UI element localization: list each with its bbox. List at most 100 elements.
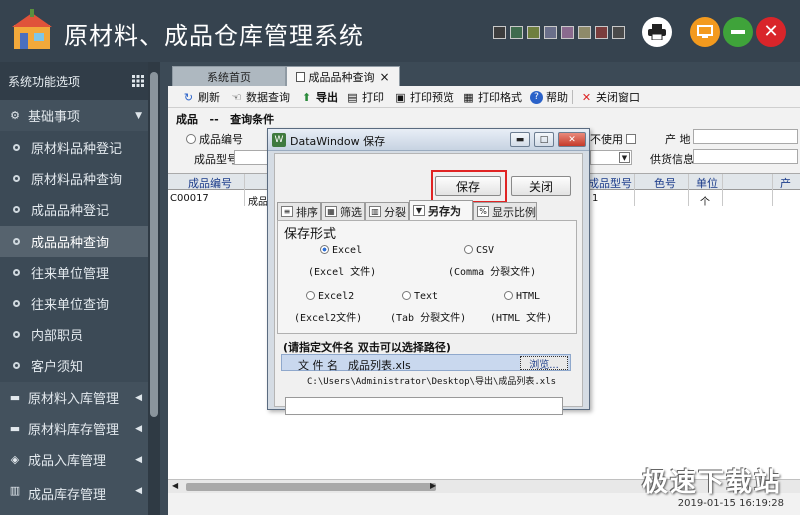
sidebar-group-basic[interactable]: ⚙ 基础事项 ▼ [0,100,148,131]
refresh-button[interactable]: ↻ 刷新 [182,89,220,105]
save-button[interactable]: 保存 [435,176,501,196]
help-label: 帮助 [546,91,568,104]
dialog-titlebar[interactable]: W DataWindow 保存 ▬ □ ✕ [268,129,589,151]
theme-swatch-5[interactable] [561,26,574,39]
file-path: C:\Users\Administrator\Desktop\导出\成品列表.x… [307,377,557,387]
header-unit[interactable]: 单位 [696,175,718,191]
scroll-right-icon[interactable]: ▶ [430,481,436,490]
computer-button[interactable] [690,17,720,47]
grid-menu-icon[interactable] [132,75,144,87]
header-origin[interactable]: 产 [780,175,791,191]
origin-input[interactable] [693,129,798,144]
option-csv[interactable]: CSV [464,245,494,256]
sidebar-group-raw-stock[interactable]: ▬ 原材料库存管理 ◀ [0,413,148,444]
sidebar-group-raw-in[interactable]: ▬ 原材料入库管理 ◀ [0,382,148,413]
help-button[interactable]: ? 帮助 [530,89,568,105]
theme-swatch-7[interactable] [595,26,608,39]
option-html-desc: (HTML 文件) [490,313,553,324]
header-color-code[interactable]: 色号 [654,175,676,191]
theme-swatch-8[interactable] [612,26,625,39]
option-excel2[interactable]: Excel2 [306,291,354,302]
header-product-model[interactable]: 成品型号 [588,175,632,191]
tab-save-as[interactable]: ▼ 另存为 [409,200,473,220]
sidebar-scroll-thumb[interactable] [150,72,158,417]
unused-checkbox[interactable]: 不使用 [590,131,636,147]
format-title: 保存形式 [284,227,337,242]
option-text[interactable]: Text [402,291,438,302]
sidebar-item-staff[interactable]: 内部职员 [0,319,148,350]
filename-value[interactable]: 成品列表.xls [348,357,411,373]
theme-swatch-2[interactable] [510,26,523,39]
sidebar-item-customer-notice[interactable]: 客户须知 [0,350,148,381]
tab-product-query[interactable]: 成品品种查询 × [286,66,400,86]
cube-icon: ◈ [10,453,20,466]
product-code-radio[interactable]: 成品编号 [186,131,243,147]
print-label: 打印 [362,91,384,104]
theme-swatch-6[interactable] [578,26,591,39]
tab-home[interactable]: 系统首页 [172,66,286,86]
print-preview-button[interactable]: ▣ 打印预览 [394,89,454,105]
theme-swatch-4[interactable] [544,26,557,39]
sidebar-group-product-in[interactable]: ◈ 成品入库管理 ◀ [0,444,148,475]
cell-product-name[interactable]: 成品 [248,193,268,208]
option-excel[interactable]: Excel [320,245,362,256]
sidebar-group-product-stock[interactable]: ▥ 成品库存管理 ◀ [0,475,148,515]
dialog-title: DataWindow 保存 [290,135,386,148]
supplier-input[interactable] [693,149,798,164]
bullet-icon [13,331,20,338]
print-preview-label: 打印预览 [410,91,454,104]
datawindow-icon: W [272,133,286,147]
theme-swatch-3[interactable] [527,26,540,39]
scroll-left-icon[interactable]: ◀ [172,481,178,490]
theme-swatch-1[interactable] [493,26,506,39]
browse-button[interactable]: 浏览... [520,356,568,371]
cell-product-code[interactable]: C00017 [170,193,209,204]
chevron-down-icon: ▼ [135,110,142,121]
watermark-logo: 极速下载站 [641,468,782,498]
minimize-button[interactable] [723,17,753,47]
sidebar-item-product-register[interactable]: 成品品种登记 [0,194,148,225]
sidebar-scrollbar[interactable] [148,62,160,515]
dialog-close-button[interactable]: ✕ [558,132,586,147]
sidebar-item-partner-manage[interactable]: 往来单位管理 [0,257,148,288]
print-toolbar-button[interactable]: ▤ 打印 [346,89,384,105]
tab-filter[interactable]: ▦ 筛选 [321,202,365,220]
chevron-left-icon: ◀ [135,392,142,403]
print-button[interactable] [642,17,672,47]
sidebar-item-product-query[interactable]: 成品品种查询 [0,226,148,257]
sidebar-item-raw-register[interactable]: 原材料品种登记 [0,132,148,163]
bullet-icon [13,300,20,307]
timestamp: 2019-01-15 16:19:28 [677,498,784,509]
criteria-dropdown[interactable]: ▼ [590,150,632,165]
sidebar-item-raw-query[interactable]: 原材料品种查询 [0,163,148,194]
close-window-button[interactable]: ✕ 关闭窗口 [580,89,640,105]
export-label: 导出 [316,91,338,104]
data-query-button[interactable]: ☜ 数据查询 [230,89,290,105]
export-button[interactable]: ⬆ 导出 [300,89,338,105]
dialog-status-input[interactable] [285,397,563,415]
criteria-title-a: 成品 [176,113,198,126]
close-app-button[interactable]: ✕ [756,17,786,47]
sidebar-item-partner-query[interactable]: 往来单位查询 [0,288,148,319]
sidebar-group-label: 原材料库存管理 [28,423,120,438]
horizontal-scroll-thumb[interactable] [186,483,436,491]
bank-icon: ▥ [9,484,21,497]
print-format-button[interactable]: ▦ 打印格式 [462,89,522,105]
tab-split[interactable]: ▥ 分裂 [365,202,409,220]
header-product-code[interactable]: 成品编号 [188,175,232,191]
sidebar-item-label: 原材料品种查询 [31,173,123,188]
tab-close-icon[interactable]: × [379,70,389,84]
printer-icon: ▤ [347,90,358,104]
format-icon: ▦ [463,90,474,104]
tab-zoom[interactable]: % 显示比例 [473,202,537,220]
cell-model[interactable]: 1 [592,193,598,204]
product-model-input[interactable] [234,150,268,165]
filename-row[interactable]: 文 件 名 成品列表.xls 浏览... [281,354,571,373]
dialog-maximize-button[interactable]: □ [534,132,554,147]
dialog-minimize-button[interactable]: ▬ [510,132,530,147]
cell-unit[interactable]: 个 [700,193,710,208]
close-button[interactable]: 关闭 [511,176,571,196]
option-html[interactable]: HTML [504,291,540,302]
tab-sort[interactable]: ≡ 排序 [277,202,321,220]
sidebar-splitter[interactable] [160,62,168,515]
